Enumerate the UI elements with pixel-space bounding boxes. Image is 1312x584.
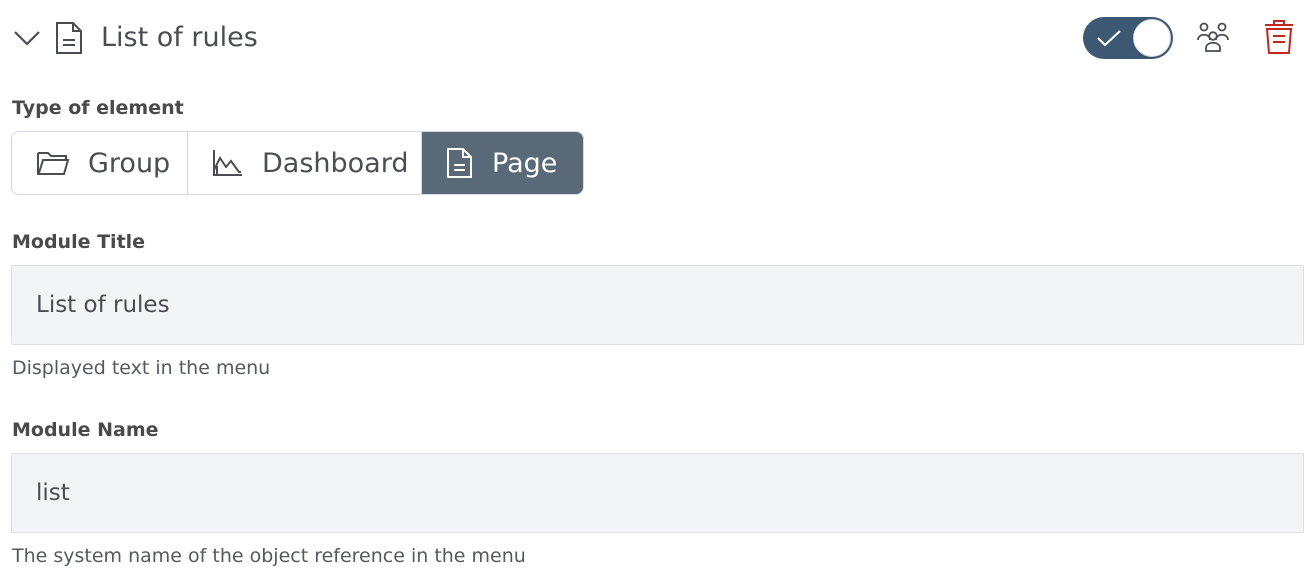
enabled-toggle[interactable]	[1083, 17, 1173, 59]
type-option-page[interactable]: Page	[422, 132, 583, 194]
document-icon	[447, 148, 472, 178]
check-icon	[1095, 27, 1123, 49]
module-name-input[interactable]: list	[11, 453, 1304, 533]
module-title-input[interactable]: List of rules	[11, 265, 1304, 345]
module-title-hint: Displayed text in the menu	[12, 357, 271, 379]
module-title-label: Module Title	[12, 231, 146, 253]
toggle-knob	[1133, 19, 1171, 57]
element-type-selector: Group Dashboard Page	[11, 131, 584, 195]
type-option-group[interactable]: Group	[12, 132, 188, 194]
chevron-down-icon[interactable]	[12, 26, 42, 50]
type-option-label: Page	[492, 147, 558, 179]
users-icon[interactable]	[1196, 20, 1230, 54]
chart-icon	[213, 150, 242, 176]
document-icon	[54, 21, 84, 55]
trash-icon[interactable]	[1262, 19, 1296, 55]
module-header: List of rules	[0, 0, 1312, 76]
page-title: List of rules	[101, 22, 258, 53]
folder-icon	[37, 152, 70, 175]
module-name-label: Module Name	[12, 419, 159, 441]
type-option-label: Group	[88, 147, 171, 179]
type-of-element-label: Type of element	[12, 97, 184, 119]
type-option-dashboard[interactable]: Dashboard	[188, 132, 422, 194]
module-name-hint: The system name of the object reference …	[12, 545, 526, 567]
type-option-label: Dashboard	[262, 147, 409, 179]
